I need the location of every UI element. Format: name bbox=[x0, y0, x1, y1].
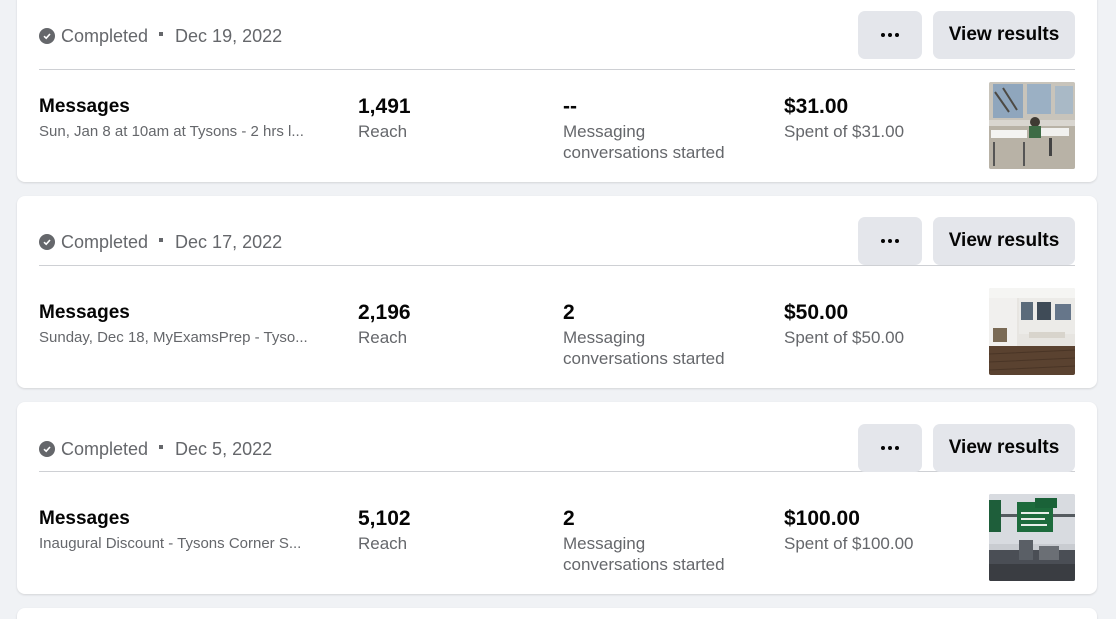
campaign-card-header: Completed Dec 19, 2022 View results bbox=[39, 0, 1075, 70]
results-label: Messaging conversations started bbox=[563, 122, 725, 162]
campaign-description: Inaugural Discount - Tysons Corner S... bbox=[39, 535, 302, 552]
campaign-card-body: Messages Inaugural Discount - Tysons Cor… bbox=[39, 494, 1075, 584]
spend-value: $50.00 bbox=[784, 301, 849, 324]
ad-thumbnail[interactable] bbox=[989, 494, 1075, 581]
view-results-button[interactable]: View results bbox=[933, 217, 1075, 265]
reach-value: 2,196 bbox=[358, 301, 411, 324]
reach-value: 5,102 bbox=[358, 507, 411, 530]
campaign-card: Completed Dec 19, 2022 View results Mess… bbox=[17, 0, 1097, 182]
view-results-button[interactable]: View results bbox=[933, 424, 1075, 472]
separator-dot bbox=[159, 238, 164, 242]
reach-value: 1,491 bbox=[358, 95, 411, 118]
campaign-card-header: Completed Dec 5, 2022 View results bbox=[39, 402, 1075, 472]
ad-thumbnail[interactable] bbox=[989, 288, 1075, 375]
ellipsis-icon bbox=[881, 239, 899, 243]
reach-label: Reach bbox=[358, 534, 408, 553]
status-badge: Completed Dec 19, 2022 bbox=[39, 25, 282, 47]
status-text: Completed bbox=[61, 25, 149, 46]
more-options-button[interactable] bbox=[858, 11, 922, 59]
check-circle-icon bbox=[39, 234, 55, 250]
ellipsis-icon bbox=[881, 33, 899, 37]
status-badge: Completed Dec 17, 2022 bbox=[39, 231, 282, 253]
campaign-date: Dec 19, 2022 bbox=[175, 25, 283, 46]
view-results-button[interactable]: View results bbox=[933, 11, 1075, 59]
results-label: Messaging conversations started bbox=[563, 328, 725, 368]
separator-dot bbox=[159, 445, 164, 449]
campaign-name: Messages bbox=[39, 302, 130, 323]
office-photo bbox=[989, 288, 1075, 375]
campaign-name: Messages bbox=[39, 96, 130, 117]
spend-value: $31.00 bbox=[784, 95, 849, 118]
campaign-description: Sun, Jan 8 at 10am at Tysons - 2 hrs l..… bbox=[39, 123, 304, 140]
campaign-date: Dec 5, 2022 bbox=[175, 438, 273, 459]
campaign-card-header: Completed Dec 17, 2022 View results bbox=[39, 196, 1075, 266]
results-label: Messaging conversations started bbox=[563, 534, 725, 574]
spend-label: Spent of $100.00 bbox=[784, 534, 914, 553]
status-badge: Completed Dec 5, 2022 bbox=[39, 438, 272, 460]
campaign-card-body: Messages Sunday, Dec 18, MyExamsPrep - T… bbox=[39, 288, 1075, 378]
ellipsis-icon bbox=[881, 446, 899, 450]
spend-value: $100.00 bbox=[784, 507, 860, 530]
campaign-card: Completed Dec 5, 2022 View results Messa… bbox=[17, 402, 1097, 594]
reach-label: Reach bbox=[358, 122, 408, 141]
more-options-button[interactable] bbox=[858, 424, 922, 472]
campaign-card bbox=[17, 608, 1097, 619]
separator-dot bbox=[159, 32, 164, 36]
campaign-name: Messages bbox=[39, 508, 130, 529]
status-text: Completed bbox=[61, 231, 149, 252]
campaign-card: Completed Dec 17, 2022 View results Mess… bbox=[17, 196, 1097, 388]
campaign-description: Sunday, Dec 18, MyExamsPrep - Tyso... bbox=[39, 329, 308, 346]
campaign-card-body: Messages Sun, Jan 8 at 10am at Tysons - … bbox=[39, 82, 1075, 172]
spend-label: Spent of $50.00 bbox=[784, 328, 905, 347]
ad-campaign-feed: Completed Dec 19, 2022 View results Mess… bbox=[0, 0, 1116, 619]
results-value: -- bbox=[563, 95, 577, 118]
classroom-photo bbox=[989, 82, 1075, 169]
reach-label: Reach bbox=[358, 328, 408, 347]
check-circle-icon bbox=[39, 441, 55, 457]
ad-thumbnail[interactable] bbox=[989, 82, 1075, 169]
results-value: 2 bbox=[563, 301, 575, 324]
spend-label: Spent of $31.00 bbox=[784, 122, 905, 141]
check-circle-icon bbox=[39, 28, 55, 44]
results-value: 2 bbox=[563, 507, 575, 530]
highway-sign-photo bbox=[989, 494, 1075, 581]
status-text: Completed bbox=[61, 438, 149, 459]
campaign-date: Dec 17, 2022 bbox=[175, 231, 283, 252]
more-options-button[interactable] bbox=[858, 217, 922, 265]
